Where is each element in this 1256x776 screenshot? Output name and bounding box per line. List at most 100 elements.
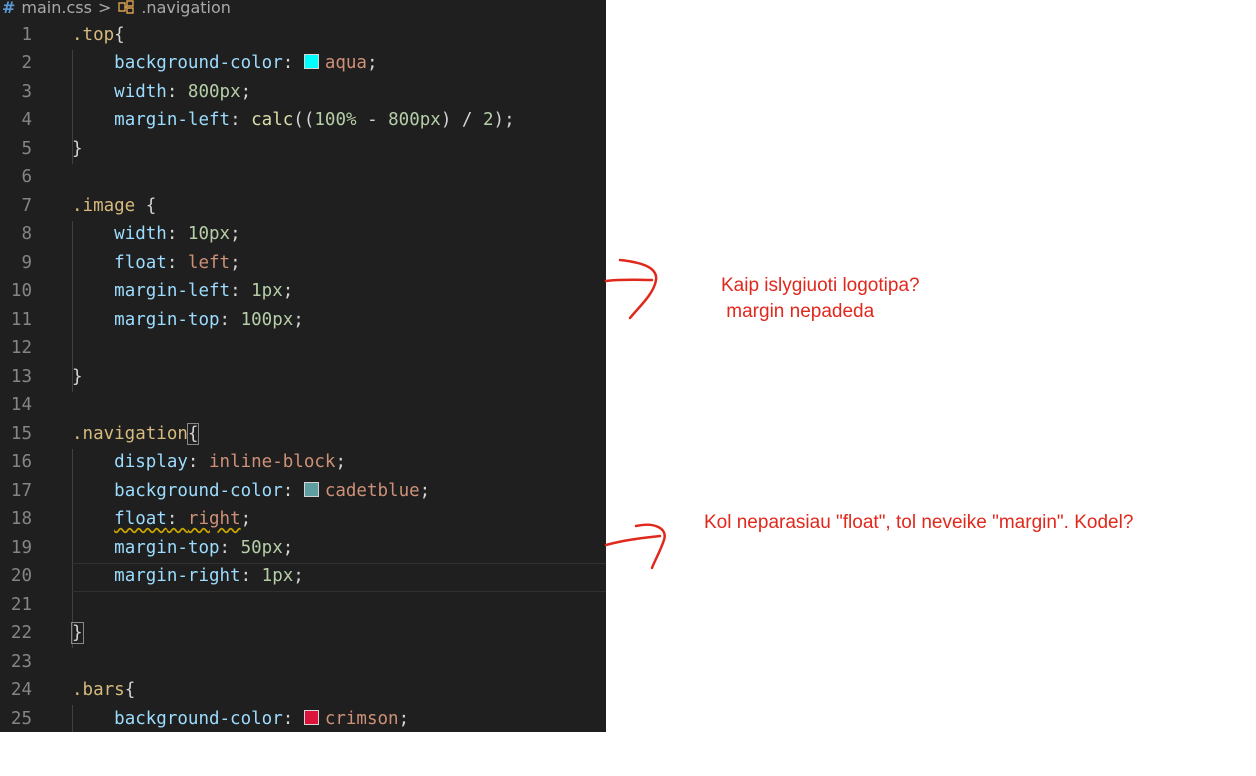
color-swatch-icon[interactable] (303, 54, 319, 70)
code-line[interactable]: 15 .navigation{ (0, 420, 606, 449)
code-token: : (219, 309, 241, 330)
line-number: 6 (21, 167, 32, 188)
code-token: : (282, 480, 304, 501)
color-swatch-icon[interactable] (303, 481, 319, 497)
code-token: : (282, 53, 304, 74)
css-property: float (114, 252, 167, 273)
code-line[interactable]: 22} (0, 619, 606, 648)
line-number: 15 (10, 423, 32, 444)
line-number: 25 (10, 708, 32, 729)
css-property: background-color (114, 480, 283, 501)
code-token: - (356, 110, 389, 131)
line-number: 16 (10, 452, 32, 473)
code-text: background-color: aqua; (72, 49, 378, 78)
code-token: ; (230, 224, 241, 245)
code-text: margin-left: calc((100% - 800px) / 2); (72, 106, 514, 135)
css-property: margin-right (114, 566, 241, 587)
code-text: float: left; (72, 249, 241, 278)
code-line[interactable]: 21 (0, 591, 606, 620)
css-value: 800px (388, 110, 441, 131)
code-line[interactable]: 25 background-color: crimson; (0, 705, 606, 732)
line-number: 10 (10, 281, 32, 302)
code-editor[interactable]: # main.css > .navigation 1 .top{2 backgro… (0, 0, 606, 732)
line-number: 14 (10, 395, 32, 416)
line-number: 4 (21, 110, 32, 131)
code-line[interactable]: 6 (0, 163, 606, 192)
code-token: : (166, 252, 188, 273)
code-line[interactable]: 20 margin-right: 1px; (0, 562, 606, 591)
css-property: margin-left (114, 110, 231, 131)
code-token: { (135, 195, 157, 216)
code-line[interactable]: 5} (0, 135, 606, 164)
code-text: margin-left: 1px; (72, 277, 293, 306)
line-number: 22 (10, 623, 32, 644)
code-line[interactable]: 16 display: inline-block; (0, 448, 606, 477)
code-text: display: inline-block; (72, 448, 346, 477)
code-text: .bars{ (72, 676, 135, 705)
code-line[interactable]: 17 background-color: cadetblue; (0, 477, 606, 506)
warning-token: right (187, 509, 241, 530)
code-text: .top{ (72, 21, 125, 50)
code-text: width: 10px; (72, 220, 241, 249)
code-line[interactable]: 11 margin-top: 100px; (0, 306, 606, 335)
code-line[interactable]: 9 float: left; (0, 249, 606, 278)
line-number: 18 (10, 509, 32, 530)
code-line[interactable]: 10 margin-left: 1px; (0, 277, 606, 306)
code-text: margin-right: 1px; (72, 562, 304, 591)
code-line[interactable]: 8 width: 10px; (0, 220, 606, 249)
css-selector: .navigation (72, 423, 188, 444)
code-line[interactable]: 14 (0, 391, 606, 420)
matched-bracket: { (186, 422, 200, 445)
css-file-icon: # (2, 0, 16, 17)
code-token: ; (398, 708, 410, 729)
code-text: .image { (72, 192, 156, 221)
code-text: } (72, 363, 83, 392)
css-selector: .image (72, 195, 136, 216)
code-token: { (124, 680, 136, 701)
code-text: } (72, 135, 83, 164)
css-value: 1px (261, 566, 294, 587)
code-line[interactable]: 24 .bars{ (0, 676, 606, 705)
annotation-arrow-1 (604, 258, 658, 320)
breadcrumb-file[interactable]: main.css (21, 0, 92, 17)
css-property: display (114, 452, 188, 473)
code-text: background-color: cadetblue; (72, 477, 430, 506)
css-property: width (114, 224, 167, 245)
code-line[interactable]: 18 float: right; (0, 505, 606, 534)
line-number: 7 (21, 195, 32, 216)
matched-bracket: } (71, 622, 84, 645)
code-line[interactable]: 13} (0, 363, 606, 392)
code-line[interactable]: 7 .image { (0, 192, 606, 221)
css-value: crimson (324, 708, 399, 729)
line-number: 17 (10, 480, 32, 501)
css-value: 50px (240, 537, 283, 558)
css-selector: .top (72, 24, 115, 45)
code-line[interactable]: 2 background-color: aqua; (0, 49, 606, 78)
code-token: ; (366, 53, 378, 74)
code-line[interactable]: 3 width: 800px; (0, 78, 606, 107)
code-token: calc (251, 110, 294, 131)
color-swatch-icon[interactable] (303, 709, 319, 725)
line-number: 12 (10, 338, 32, 359)
line-number: 11 (10, 309, 32, 330)
code-line[interactable]: 1 .top{ (0, 21, 606, 50)
code-line[interactable]: 19 margin-top: 50px; (0, 534, 606, 563)
breadcrumb-symbol[interactable]: .navigation (141, 0, 231, 17)
code-line[interactable]: 12 (0, 334, 606, 363)
css-property: background-color (114, 53, 283, 74)
line-number: 5 (21, 138, 32, 159)
warning-token: float (114, 509, 167, 530)
breadcrumb: # main.css > .navigation (0, 0, 606, 18)
code-text: .navigation{ (72, 420, 200, 449)
line-number: 20 (10, 566, 32, 587)
code-token: ; (230, 252, 241, 273)
code-line[interactable]: 4 margin-left: calc((100% - 800px) / 2); (0, 106, 606, 135)
css-value: 10px (187, 224, 231, 245)
code-line[interactable]: 23 (0, 648, 606, 677)
